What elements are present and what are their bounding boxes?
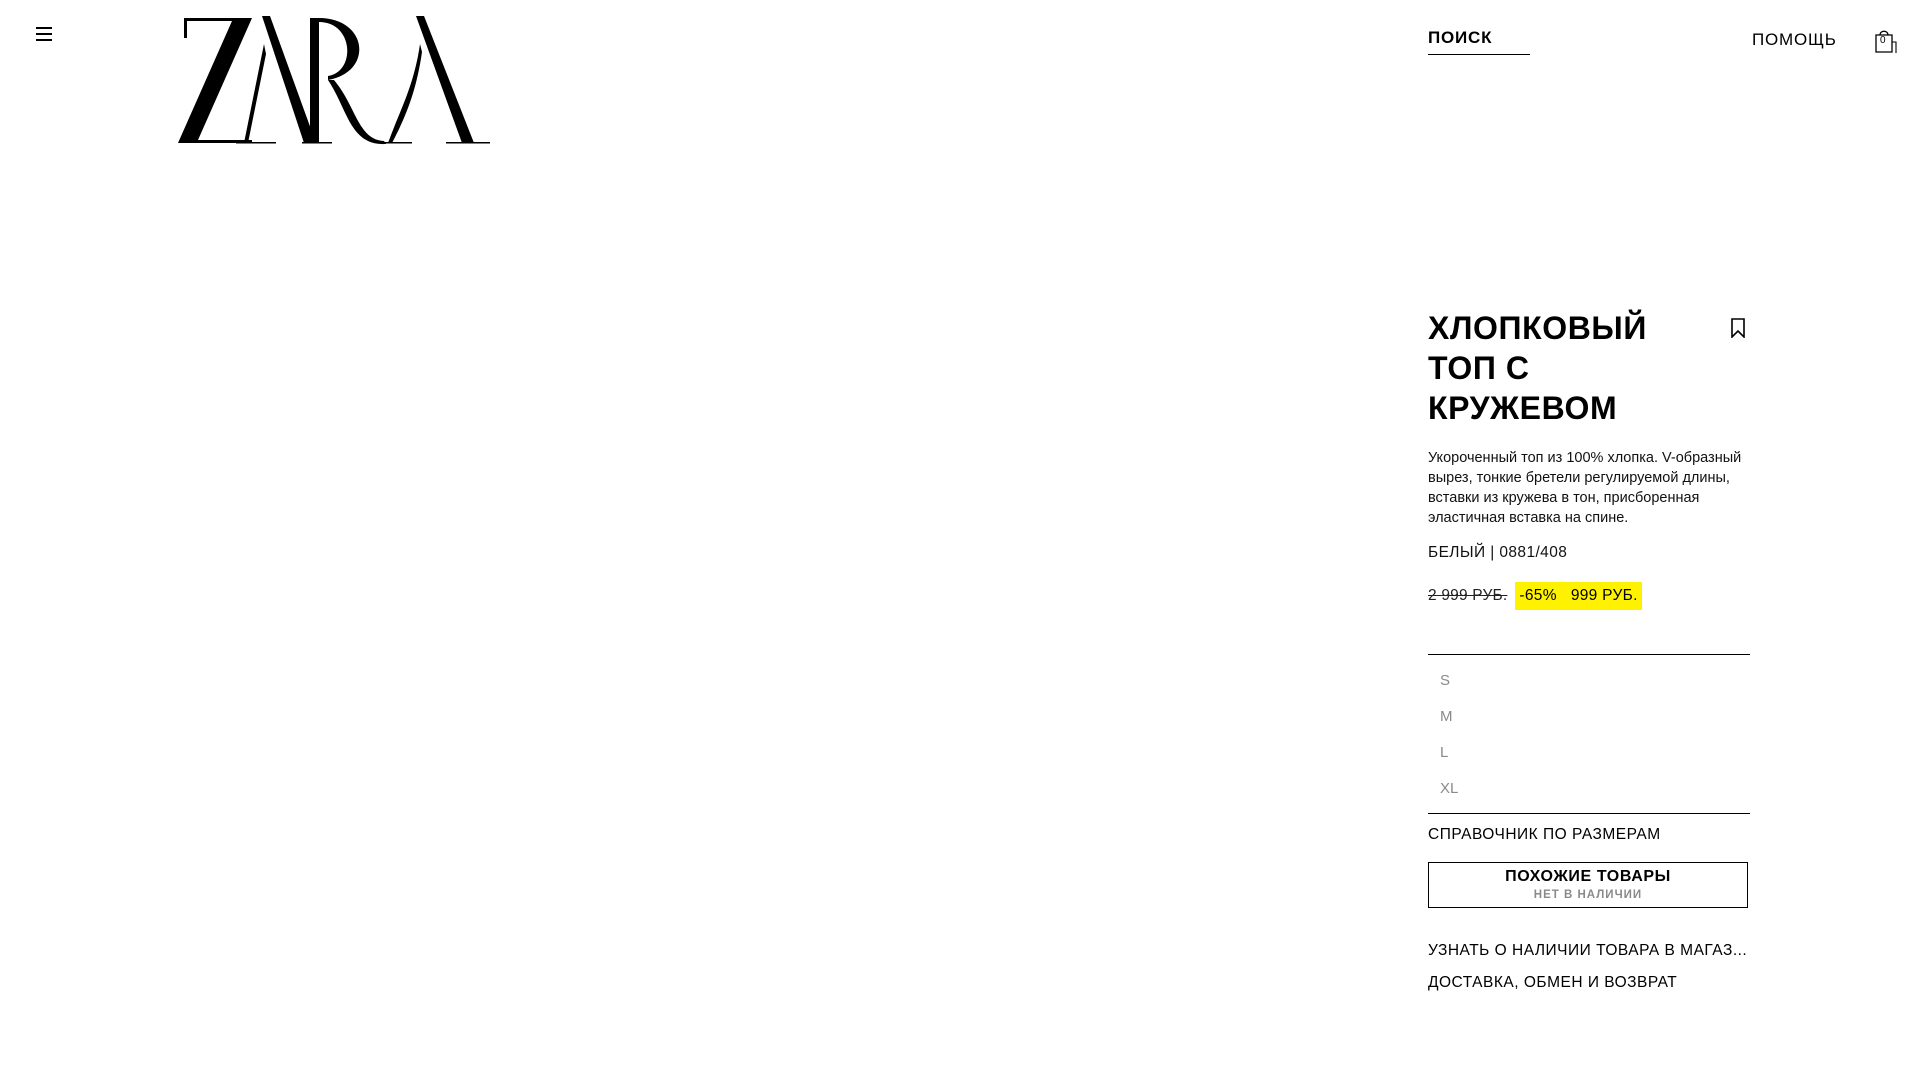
help-link[interactable]: ПОМОЩЬ bbox=[1752, 30, 1837, 50]
sale-badge: -65% 999 РУБ. bbox=[1515, 582, 1642, 610]
delivery-returns-link[interactable]: ДОСТАВКА, ОБМЕН И ВОЗВРАТ bbox=[1428, 974, 1750, 992]
product-description: Укороченный топ из 100% хлопка. V-образн… bbox=[1428, 450, 1742, 526]
shopping-bag-icon[interactable]: 0 bbox=[1874, 28, 1898, 54]
old-price: 2 999 РУБ. bbox=[1428, 587, 1508, 604]
product-info-panel: ХЛОПКОВЫЙ ТОП С КРУЖЕВОМ Укороченный топ… bbox=[1428, 308, 1750, 992]
size-option-s[interactable]: S bbox=[1428, 663, 1750, 699]
similar-products-button[interactable]: ПОХОЖИЕ ТОВАРЫ НЕТ В НАЛИЧИИ bbox=[1428, 862, 1748, 908]
sale-price: 999 РУБ. bbox=[1570, 587, 1638, 604]
store-availability-link[interactable]: УЗНАТЬ О НАЛИЧИИ ТОВАРА В МАГАЗ... bbox=[1428, 942, 1750, 960]
out-of-stock-label: НЕТ В НАЛИЧИИ bbox=[1533, 889, 1643, 901]
discount-percent: -65% bbox=[1519, 587, 1557, 604]
bookmark-icon[interactable] bbox=[1730, 318, 1746, 339]
size-selector: S M L XL bbox=[1428, 654, 1750, 814]
product-title: ХЛОПКОВЫЙ ТОП С КРУЖЕВОМ bbox=[1428, 310, 1647, 426]
bag-count: 0 bbox=[1880, 35, 1886, 46]
search-link[interactable]: ПОИСК bbox=[1428, 28, 1530, 55]
size-option-l[interactable]: L bbox=[1428, 735, 1750, 771]
menu-icon[interactable] bbox=[34, 25, 54, 43]
product-page: ПОИСК ПОМОЩЬ 0 ХЛОПКОВЫЙ ТОП С КРУЖЕВОМ … bbox=[0, 0, 1920, 1080]
price-row: 2 999 РУБ. -65% 999 РУБ. bbox=[1428, 582, 1750, 610]
size-option-m[interactable]: M bbox=[1428, 699, 1750, 735]
product-color-reference: БЕЛЫЙ | 0881/408 bbox=[1428, 544, 1568, 561]
size-guide-link[interactable]: СПРАВОЧНИК ПО РАЗМЕРАМ bbox=[1428, 826, 1750, 844]
size-option-xl[interactable]: XL bbox=[1428, 771, 1750, 807]
similar-products-label: ПОХОЖИЕ ТОВАРЫ bbox=[1505, 868, 1671, 885]
zara-logo[interactable] bbox=[178, 14, 490, 148]
